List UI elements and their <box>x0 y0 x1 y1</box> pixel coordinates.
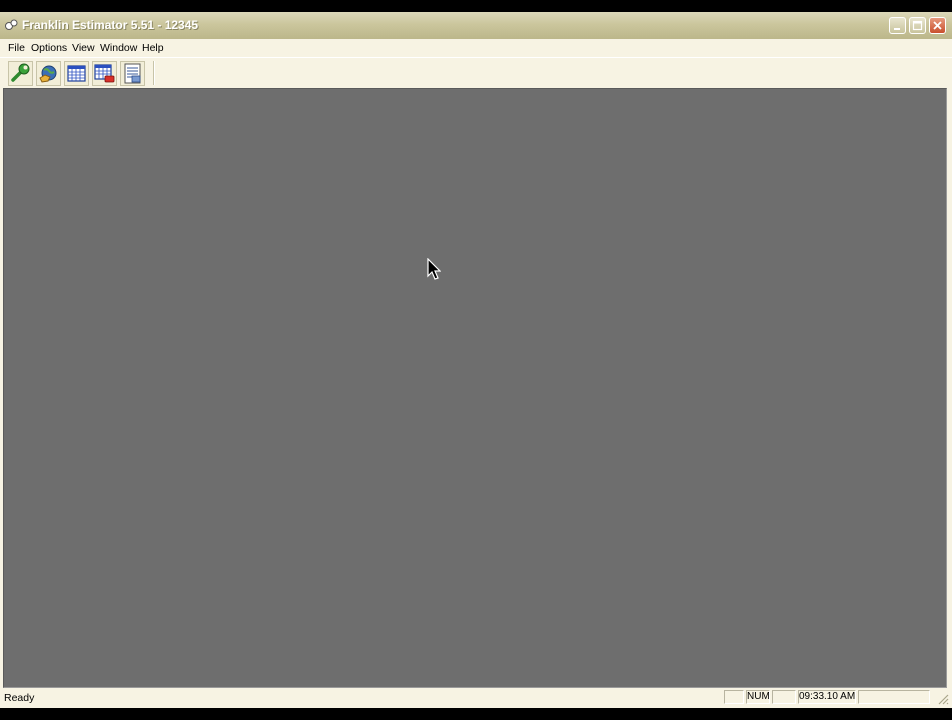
menu-options[interactable]: Options <box>31 41 67 55</box>
minimize-button[interactable] <box>889 17 906 34</box>
calendar-schedule-icon[interactable] <box>92 61 117 86</box>
status-bar: Ready NUM 09:33.10 AM <box>0 688 952 708</box>
resize-grip-icon[interactable] <box>938 694 949 705</box>
close-icon <box>933 21 942 30</box>
menu-window[interactable]: Window <box>100 41 137 55</box>
status-pane-caps <box>724 690 744 704</box>
toolbar <box>0 57 952 89</box>
mdi-workspace[interactable] <box>3 88 947 688</box>
status-pane-scrl <box>772 690 796 704</box>
status-pane-time: 09:33.10 AM <box>798 690 856 704</box>
mouse-pointer-icon <box>427 258 441 280</box>
globe-hand-icon[interactable] <box>36 61 61 86</box>
menu-view[interactable]: View <box>72 41 95 55</box>
app-icon[interactable] <box>5 19 18 31</box>
minimize-icon <box>894 28 900 30</box>
status-pane-extra <box>858 690 930 704</box>
toolbar-separator <box>153 61 155 85</box>
menu-help[interactable]: Help <box>142 41 164 55</box>
title-bar[interactable]: Franklin Estimator 5.51 - 12345 <box>0 12 952 40</box>
maximize-icon <box>912 20 923 31</box>
status-pane-num: NUM <box>746 690 770 704</box>
window-title: Franklin Estimator 5.51 - 12345 <box>22 18 199 32</box>
menu-file[interactable]: File <box>8 41 25 55</box>
menu-bar: File Options View Window Help <box>0 39 952 57</box>
calendar-grid-icon[interactable] <box>64 61 89 86</box>
application-window: Franklin Estimator 5.51 - 12345 File Opt… <box>0 12 952 708</box>
status-message: Ready <box>4 692 35 704</box>
close-button[interactable] <box>929 17 946 34</box>
wrench-icon[interactable] <box>8 61 33 86</box>
report-icon[interactable] <box>120 61 145 86</box>
maximize-button[interactable] <box>909 17 926 34</box>
